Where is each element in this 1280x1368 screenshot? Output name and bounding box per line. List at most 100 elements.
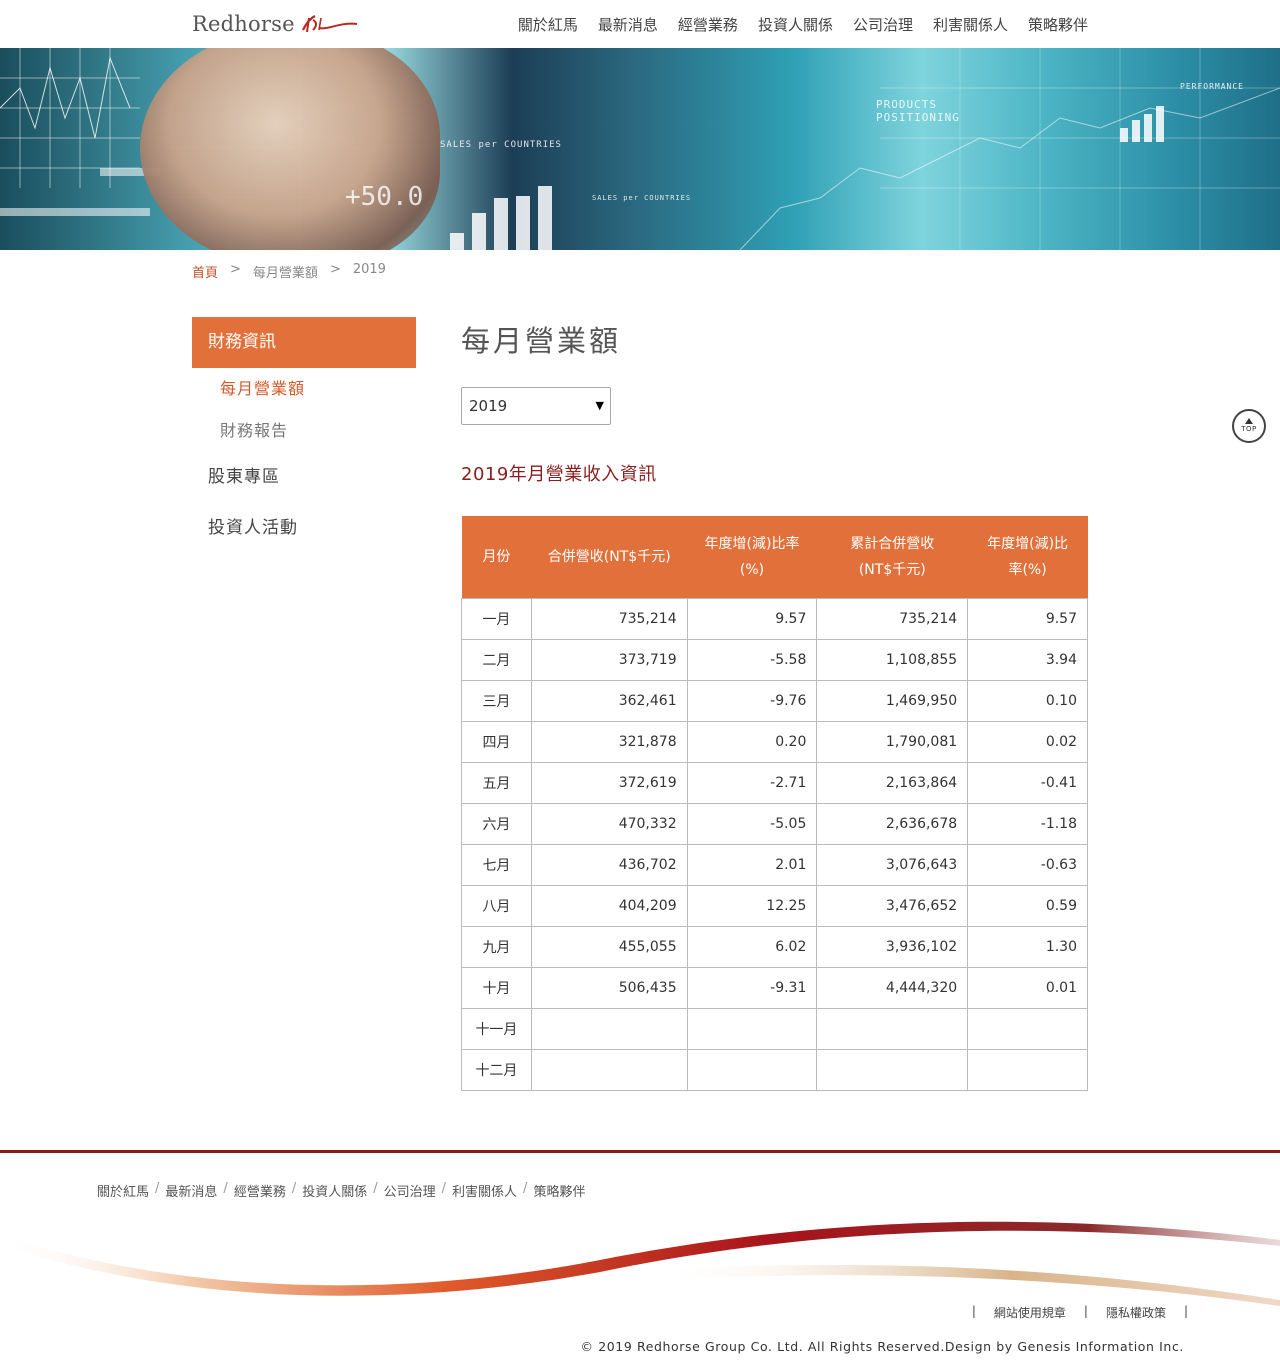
terms-link[interactable]: 網站使用規章 xyxy=(994,1304,1066,1321)
cell-cumulative: 1,790,081 xyxy=(816,720,969,763)
cell-cumulative xyxy=(816,1048,969,1091)
nav-about[interactable]: 關於紅馬 xyxy=(518,14,578,35)
cell-month: 三月 xyxy=(461,679,532,722)
cell-cumulative-yoy: 9.57 xyxy=(967,597,1088,640)
cell-revenue: 436,702 xyxy=(530,843,688,886)
nav-news[interactable]: 最新消息 xyxy=(598,14,658,35)
site-logo[interactable]: Redhorse xyxy=(192,10,359,38)
cell-cumulative-yoy: 0.01 xyxy=(967,966,1088,1009)
section-title: 2019年月營業收入資訊 xyxy=(461,464,657,485)
cell-cumulative-yoy: -0.41 xyxy=(967,761,1088,804)
cell-cumulative-yoy: -0.63 xyxy=(967,843,1088,886)
cell-revenue xyxy=(530,1007,688,1050)
site-header: Redhorse 關於紅馬 最新消息 經營業務 投資人關係 公司治理 利害關係人… xyxy=(0,0,1280,48)
legal-separator: | xyxy=(1083,1304,1088,1318)
cell-cumulative xyxy=(816,1007,969,1050)
footer-nav-separator: / xyxy=(155,1181,160,1196)
cell-month: 十月 xyxy=(461,966,532,1009)
main-nav: 關於紅馬 最新消息 經營業務 投資人關係 公司治理 利害關係人 策略夥伴 xyxy=(518,14,1088,35)
footer-nav-separator: / xyxy=(373,1181,378,1196)
cell-month: 七月 xyxy=(461,843,532,886)
cell-yoy: -9.76 xyxy=(686,679,818,722)
footer-nav-link[interactable]: 策略夥伴 xyxy=(533,1181,585,1200)
cell-yoy xyxy=(686,1007,818,1050)
cell-cumulative: 2,163,864 xyxy=(816,761,969,804)
nav-investor-relations[interactable]: 投資人關係 xyxy=(758,14,833,35)
privacy-link[interactable]: 隱私權政策 xyxy=(1106,1304,1166,1321)
breadcrumb-current: 2019 xyxy=(352,262,386,277)
sidebar: 財務資訊 每月營業額 財務報告 股東專區 投資人活動 xyxy=(192,317,416,554)
footer-nav-link[interactable]: 利害關係人 xyxy=(452,1181,517,1200)
footer-nav-link[interactable]: 最新消息 xyxy=(165,1181,217,1200)
table-row: 一月 735,214 9.57 735,214 9.57 xyxy=(461,597,1088,640)
footer-nav-link[interactable]: 投資人關係 xyxy=(302,1181,367,1200)
cell-month: 八月 xyxy=(461,884,532,927)
year-select-value: 2019 xyxy=(469,397,508,415)
sidebar-subitem-monthly-revenue[interactable]: 每月營業額 xyxy=(192,368,416,410)
banner-label-sales-2: SALES per COUNTRIES xyxy=(592,194,692,202)
year-select[interactable]: 2019 ▼ xyxy=(461,387,611,425)
cell-month: 一月 xyxy=(461,597,532,640)
sidebar-subitem-financial-reports[interactable]: 財務報告 xyxy=(192,410,416,452)
table-row: 五月 372,619 -2.71 2,163,864 -0.41 xyxy=(461,761,1088,804)
cell-cumulative: 1,469,950 xyxy=(816,679,969,722)
cell-yoy: -5.05 xyxy=(686,802,818,845)
footer-nav-link[interactable]: 公司治理 xyxy=(384,1181,436,1200)
cell-yoy xyxy=(686,1048,818,1091)
cell-revenue: 372,619 xyxy=(530,761,688,804)
cell-month: 六月 xyxy=(461,802,532,845)
sidebar-item-investor-events[interactable]: 投資人活動 xyxy=(192,503,416,554)
page-title: 每月營業額 xyxy=(461,324,622,358)
banner-hand-image xyxy=(140,48,440,250)
cell-revenue xyxy=(530,1048,688,1091)
footer-nav-link[interactable]: 關於紅馬 xyxy=(97,1181,149,1200)
cell-cumulative-yoy: -1.18 xyxy=(967,802,1088,845)
banner-figure-text: +50.0 xyxy=(345,182,424,212)
breadcrumb-monthly-revenue[interactable]: 每月營業額 xyxy=(253,262,318,281)
cell-revenue: 321,878 xyxy=(530,720,688,763)
hero-banner: +50.0 SALES per COUNTRIES PRODUCTS POSIT… xyxy=(0,48,1280,250)
cell-month: 五月 xyxy=(461,761,532,804)
legal-links: | 網站使用規章 | 隱私權政策 | xyxy=(972,1304,1188,1321)
table-row: 十二月 xyxy=(461,1048,1088,1091)
cell-cumulative: 3,936,102 xyxy=(816,925,969,968)
cell-yoy: 12.25 xyxy=(686,884,818,927)
nav-partners[interactable]: 策略夥伴 xyxy=(1028,14,1088,35)
caret-down-icon: ▼ xyxy=(595,399,604,412)
col-header-cumulative-yoy: 年度增(減)比 率(%) xyxy=(967,516,1088,598)
breadcrumb-home[interactable]: 首頁 xyxy=(192,262,218,281)
cell-cumulative-yoy: 0.02 xyxy=(967,720,1088,763)
cell-revenue: 362,461 xyxy=(530,679,688,722)
banner-label-sales: SALES per COUNTRIES xyxy=(440,140,562,150)
breadcrumb-separator: > xyxy=(230,262,241,277)
cell-yoy: 9.57 xyxy=(686,597,818,640)
table-row: 四月 321,878 0.20 1,790,081 0.02 xyxy=(461,720,1088,763)
cell-yoy: 2.01 xyxy=(686,843,818,886)
cell-cumulative-yoy: 3.94 xyxy=(967,638,1088,681)
cell-cumulative-yoy xyxy=(967,1007,1088,1050)
footer-nav-link[interactable]: 經營業務 xyxy=(234,1181,286,1200)
table-row: 三月 362,461 -9.76 1,469,950 0.10 xyxy=(461,679,1088,722)
cell-month: 十一月 xyxy=(461,1007,532,1050)
copyright-text: © 2019 Redhorse Group Co. Ltd. All Right… xyxy=(580,1339,1184,1354)
nav-business[interactable]: 經營業務 xyxy=(678,14,738,35)
table-row: 六月 470,332 -5.05 2,636,678 -1.18 xyxy=(461,802,1088,845)
cell-revenue: 506,435 xyxy=(530,966,688,1009)
cell-yoy: -9.31 xyxy=(686,966,818,1009)
table-row: 九月 455,055 6.02 3,936,102 1.30 xyxy=(461,925,1088,968)
cell-cumulative: 735,214 xyxy=(816,597,969,640)
sidebar-item-financial-info[interactable]: 財務資訊 xyxy=(192,317,416,368)
back-to-top-button[interactable]: TOP xyxy=(1232,409,1266,443)
table-row: 十月 506,435 -9.31 4,444,320 0.01 xyxy=(461,966,1088,1009)
nav-stakeholders[interactable]: 利害關係人 xyxy=(933,14,1008,35)
footer-nav-separator: / xyxy=(523,1181,528,1196)
breadcrumb-separator: > xyxy=(329,262,341,277)
footer-nav-separator: / xyxy=(291,1181,297,1196)
sidebar-item-shareholders[interactable]: 股東專區 xyxy=(192,452,416,503)
cell-yoy: -5.58 xyxy=(686,638,818,681)
cell-revenue: 373,719 xyxy=(530,638,688,681)
table-row: 十一月 xyxy=(461,1007,1088,1050)
nav-corporate-governance[interactable]: 公司治理 xyxy=(853,14,913,35)
footer-nav-separator: / xyxy=(441,1181,447,1196)
legal-separator: | xyxy=(1183,1304,1188,1318)
